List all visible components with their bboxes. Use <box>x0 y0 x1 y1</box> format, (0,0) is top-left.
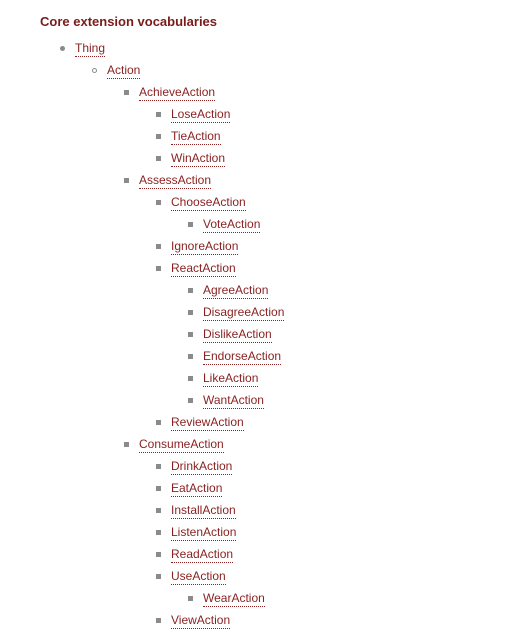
tree-link-lose-action[interactable]: LoseAction <box>171 107 230 123</box>
tree-link-assess-action[interactable]: AssessAction <box>139 173 211 189</box>
vocabulary-tree: ThingAction AchieveAction LoseAction TieAct… <box>0 39 520 629</box>
bullet-icon <box>156 530 161 535</box>
tree-item-consume-action: ConsumeAction DrinkAction EatAction Install… <box>124 435 520 629</box>
tree-link-dislike-action[interactable]: DislikeAction <box>203 327 272 343</box>
tree-link-ignore-action[interactable]: IgnoreAction <box>171 239 238 255</box>
tree-item-read-action: ReadAction <box>156 545 520 563</box>
bullet-icon <box>156 420 161 425</box>
tree-item-vote-action: VoteAction <box>188 215 520 233</box>
tree-link-win-action[interactable]: WinAction <box>171 151 225 167</box>
tree-link-agree-action[interactable]: AgreeAction <box>203 283 268 299</box>
bullet-icon <box>156 464 161 469</box>
bullet-icon <box>156 508 161 513</box>
bullet-icon <box>156 200 161 205</box>
tree-item-choose-action: ChooseAction VoteAction <box>156 193 520 233</box>
tree-item-review-action: ReviewAction <box>156 413 520 431</box>
tree-item-view-action: ViewAction <box>156 611 520 629</box>
bullet-icon <box>60 46 65 51</box>
tree-children: DrinkAction EatAction InstallAction ListenA… <box>156 457 520 629</box>
tree-link-choose-action[interactable]: ChooseAction <box>171 195 246 211</box>
tree-item-tie-action: TieAction <box>156 127 520 145</box>
bullet-icon <box>188 222 193 227</box>
tree-link-react-action[interactable]: ReactAction <box>171 261 236 277</box>
tree-link-review-action[interactable]: ReviewAction <box>171 415 244 431</box>
tree-item-listen-action: ListenAction <box>156 523 520 541</box>
tree-item-win-action: WinAction <box>156 149 520 167</box>
tree-item-achieve-action: AchieveAction LoseAction TieAction WinActio… <box>124 83 520 167</box>
tree-children: LoseAction TieAction WinAction <box>156 105 520 167</box>
tree-link-thing[interactable]: Thing <box>75 41 105 57</box>
tree-item-assess-action: AssessAction ChooseAction VoteAction Ignore… <box>124 171 520 431</box>
tree-item-like-action: LikeAction <box>188 369 520 387</box>
tree-link-eat-action[interactable]: EatAction <box>171 481 222 497</box>
tree-link-achieve-action[interactable]: AchieveAction <box>139 85 215 101</box>
tree-item-drink-action: DrinkAction <box>156 457 520 475</box>
bullet-icon <box>92 68 97 73</box>
bullet-icon <box>156 552 161 557</box>
bullet-icon <box>188 376 193 381</box>
tree-children: WearAction <box>188 589 520 607</box>
bullet-icon <box>188 288 193 293</box>
tree-item-thing: ThingAction AchieveAction LoseAction TieAct… <box>60 39 520 629</box>
tree-item-want-action: WantAction <box>188 391 520 409</box>
tree-item-use-action: UseAction WearAction <box>156 567 520 607</box>
tree-link-use-action[interactable]: UseAction <box>171 569 226 585</box>
bullet-icon <box>188 596 193 601</box>
tree-link-tie-action[interactable]: TieAction <box>171 129 221 145</box>
tree-children: AchieveAction LoseAction TieAction WinActio… <box>124 83 520 629</box>
tree-children: VoteAction <box>188 215 520 233</box>
bullet-icon <box>156 244 161 249</box>
tree-link-consume-action[interactable]: ConsumeAction <box>139 437 224 453</box>
tree-item-dislike-action: DislikeAction <box>188 325 520 343</box>
bullet-icon <box>124 90 129 95</box>
tree-link-drink-action[interactable]: DrinkAction <box>171 459 232 475</box>
tree-item-ignore-action: IgnoreAction <box>156 237 520 255</box>
bullet-icon <box>156 486 161 491</box>
bullet-icon <box>156 134 161 139</box>
tree-item-agree-action: AgreeAction <box>188 281 520 299</box>
tree-link-view-action[interactable]: ViewAction <box>171 613 230 629</box>
tree-item-install-action: InstallAction <box>156 501 520 519</box>
tree-link-want-action[interactable]: WantAction <box>203 393 264 409</box>
tree-link-vote-action[interactable]: VoteAction <box>203 217 260 233</box>
tree-item-wear-action: WearAction <box>188 589 520 607</box>
bullet-icon <box>124 178 129 183</box>
tree-link-like-action[interactable]: LikeAction <box>203 371 258 387</box>
tree-children: Action AchieveAction LoseAction TieAction Wi… <box>92 61 520 629</box>
bullet-icon <box>188 398 193 403</box>
tree-children: AgreeAction DisagreeAction DislikeAction En… <box>188 281 520 409</box>
bullet-icon <box>188 332 193 337</box>
tree-link-install-action[interactable]: InstallAction <box>171 503 236 519</box>
tree-item-endorse-action: EndorseAction <box>188 347 520 365</box>
bullet-icon <box>156 266 161 271</box>
tree-link-listen-action[interactable]: ListenAction <box>171 525 236 541</box>
tree-link-read-action[interactable]: ReadAction <box>171 547 233 563</box>
bullet-icon <box>156 112 161 117</box>
tree-item-eat-action: EatAction <box>156 479 520 497</box>
tree-link-action[interactable]: Action <box>107 63 140 79</box>
tree-link-endorse-action[interactable]: EndorseAction <box>203 349 281 365</box>
bullet-icon <box>156 574 161 579</box>
bullet-icon <box>156 156 161 161</box>
bullet-icon <box>124 442 129 447</box>
tree-item-lose-action: LoseAction <box>156 105 520 123</box>
tree-children: ChooseAction VoteAction IgnoreAction ReactA… <box>156 193 520 431</box>
tree-link-wear-action[interactable]: WearAction <box>203 591 265 607</box>
tree-item-react-action: ReactAction AgreeAction DisagreeAction Disl… <box>156 259 520 409</box>
bullet-icon <box>188 354 193 359</box>
tree-link-disagree-action[interactable]: DisagreeAction <box>203 305 284 321</box>
bullet-icon <box>188 310 193 315</box>
tree-item-disagree-action: DisagreeAction <box>188 303 520 321</box>
bullet-icon <box>156 618 161 623</box>
tree-item-action: Action AchieveAction LoseAction TieAction Wi… <box>92 61 520 629</box>
section-heading: Core extension vocabularies <box>40 14 520 29</box>
